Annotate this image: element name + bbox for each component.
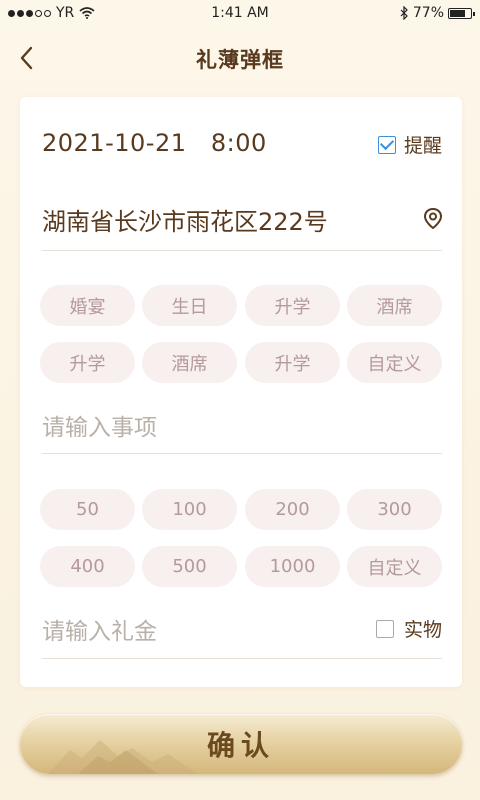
amount-tag-chip[interactable]: 1000: [245, 546, 340, 587]
physical-checkbox[interactable]: [375, 619, 394, 638]
event-tag-chip[interactable]: 升学: [40, 342, 135, 383]
divider: [42, 453, 442, 454]
gift-record-card: 2021-10-21 8:00 提醒 湖南省长沙市雨花区222号 婚宴 生日 升学酒…: [20, 97, 462, 687]
event-tag-chip[interactable]: 升学: [245, 342, 340, 383]
amount-tag-chip[interactable]: 200: [245, 489, 340, 530]
event-input[interactable]: 请输入事项: [42, 408, 157, 442]
event-tag-chip[interactable]: 酒席: [142, 342, 237, 383]
divider: [42, 250, 442, 251]
remind-checkbox[interactable]: [377, 135, 396, 154]
date-value: 2021-10-21: [42, 129, 187, 157]
event-tag-chip[interactable]: 酒席: [347, 285, 442, 326]
event-tag-chip[interactable]: 升学: [245, 285, 340, 326]
amount-tag-chip[interactable]: 300: [347, 489, 442, 530]
divider: [42, 658, 442, 659]
time-value: 8:00: [210, 129, 267, 157]
address-field[interactable]: 湖南省长沙市雨花区222号: [42, 202, 328, 237]
event-tag-chip[interactable]: 自定义: [347, 342, 442, 383]
amount-tag-chip[interactable]: 400: [40, 546, 135, 587]
location-pin-icon[interactable]: [422, 207, 444, 231]
amount-tag-chip[interactable]: 100: [142, 489, 237, 530]
amount-tag-chip[interactable]: 500: [142, 546, 237, 587]
datetime-field[interactable]: 2021-10-21 8:00: [42, 129, 267, 157]
amount-tag-chip[interactable]: 自定义: [347, 546, 442, 587]
event-tag-chip[interactable]: 婚宴: [40, 285, 135, 326]
mountain-decoration: [48, 740, 198, 774]
bluetooth-icon: [400, 6, 408, 20]
confirm-button[interactable]: 确认: [20, 714, 462, 774]
status-bar: YR 1:41 AM 77%: [0, 0, 480, 28]
battery-percent: 77%: [412, 5, 444, 21]
physical-gift-toggle[interactable]: 实物: [375, 615, 442, 642]
physical-label: 实物: [403, 619, 442, 641]
remind-label: 提醒: [403, 135, 442, 157]
nav-bar: 礼薄弹框: [0, 28, 480, 88]
page-title: 礼薄弹框: [196, 48, 284, 72]
amount-tag-chip[interactable]: 50: [40, 489, 135, 530]
confirm-label: 确认: [206, 729, 275, 762]
event-tag-chip[interactable]: 生日: [142, 285, 237, 326]
gift-amount-input[interactable]: 请输入礼金: [42, 612, 157, 646]
battery-icon: [448, 7, 475, 19]
remind-toggle[interactable]: 提醒: [377, 131, 442, 158]
